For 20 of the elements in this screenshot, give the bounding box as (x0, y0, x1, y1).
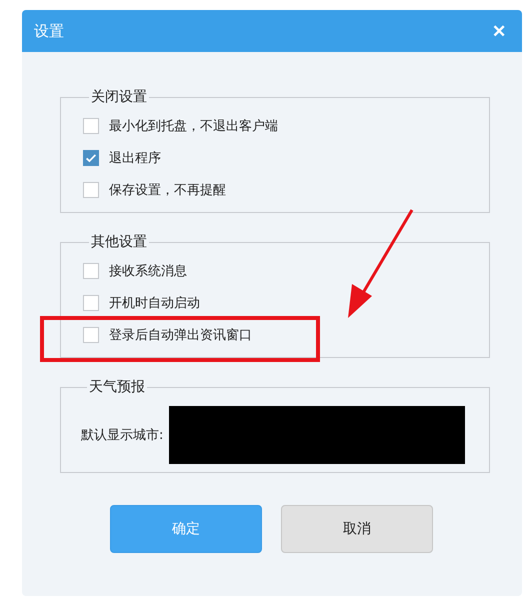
group-title: 关闭设置 (90, 88, 148, 106)
group-title: 其他设置 (90, 233, 148, 251)
checkbox-label: 最小化到托盘，不退出客户端 (109, 118, 278, 135)
group-title: 天气预报 (88, 378, 146, 396)
checkbox[interactable] (83, 182, 99, 198)
checkbox-label: 接收系统消息 (109, 263, 187, 280)
checkbox-label: 登录后自动弹出资讯窗口 (109, 327, 252, 344)
checkbox[interactable] (83, 295, 99, 311)
close-button[interactable]: ✕ (488, 20, 510, 42)
checkbox-label: 退出程序 (109, 150, 161, 167)
checkbox[interactable] (83, 263, 99, 279)
checkbox[interactable] (83, 327, 99, 343)
checkbox[interactable] (83, 118, 99, 134)
cancel-button[interactable]: 取消 (281, 505, 433, 553)
window-title: 设置 (34, 22, 64, 40)
checkbox[interactable] (83, 150, 99, 166)
confirm-button[interactable]: 确定 (110, 505, 262, 553)
checkbox-label: 开机时自动启动 (109, 295, 200, 312)
field-label: 默认显示城市: (81, 427, 164, 444)
checkbox-label: 保存设置，不再提醒 (109, 182, 226, 199)
